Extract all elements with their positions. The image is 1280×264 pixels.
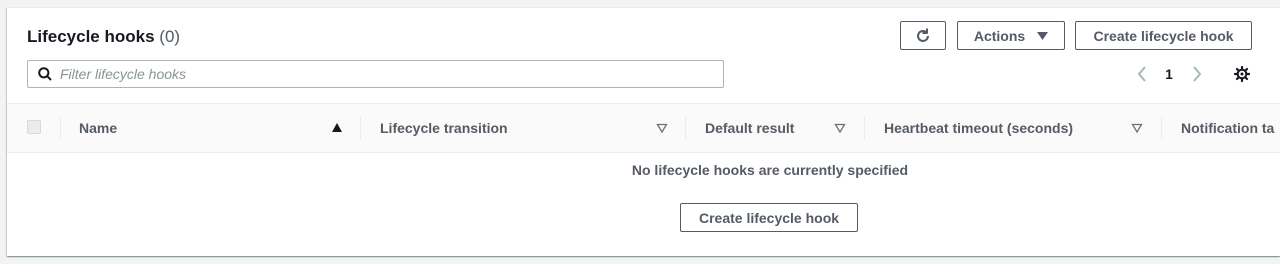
caret-down-icon [1037, 31, 1049, 40]
actions-dropdown-button[interactable]: Actions [957, 21, 1065, 50]
column-label: Name [79, 120, 118, 136]
title-text: Lifecycle hooks [27, 27, 155, 46]
next-page-button[interactable] [1187, 64, 1207, 84]
empty-state-message: No lifecycle hooks are currently specifi… [631, 162, 909, 178]
previous-page-button[interactable] [1132, 64, 1152, 84]
table-header: Name Lifecycle transition Default result… [7, 103, 1280, 153]
gear-icon [1234, 66, 1250, 82]
column-divider [360, 116, 361, 140]
column-header-name[interactable]: Name [79, 104, 117, 152]
refresh-icon [915, 28, 931, 44]
sort-icon[interactable] [834, 122, 846, 134]
filter-box[interactable] [27, 60, 724, 88]
chevron-left-icon [1137, 66, 1147, 82]
lifecycle-hooks-panel: Lifecycle hooks (0) Actions Create lifec… [7, 7, 1280, 256]
select-all-checkbox[interactable] [27, 120, 41, 134]
empty-state-create-button[interactable]: Create lifecycle hook [680, 203, 858, 232]
preferences-button[interactable] [1231, 64, 1253, 84]
column-divider [60, 116, 61, 140]
filter-input[interactable] [60, 62, 723, 86]
refresh-button[interactable] [900, 21, 946, 50]
sort-ascending-icon[interactable] [331, 122, 343, 134]
chevron-right-icon [1192, 66, 1202, 82]
column-header-lifecycle-transition[interactable]: Lifecycle transition [380, 104, 508, 152]
panel-title: Lifecycle hooks (0) [27, 26, 180, 48]
create-lifecycle-hook-button[interactable]: Create lifecycle hook [1075, 21, 1252, 50]
column-divider [1161, 116, 1162, 140]
column-label: Lifecycle transition [380, 120, 508, 136]
column-divider [864, 116, 865, 140]
sort-icon[interactable] [656, 122, 668, 134]
column-divider [685, 116, 686, 140]
column-header-notification-target[interactable]: Notification ta [1181, 104, 1274, 152]
hook-count: (0) [159, 27, 181, 46]
column-label: Heartbeat timeout (seconds) [884, 120, 1074, 136]
search-icon [38, 67, 52, 81]
column-header-heartbeat-timeout[interactable]: Heartbeat timeout (seconds) [884, 104, 1073, 152]
column-label: Default result [705, 120, 795, 136]
page-number[interactable]: 1 [1159, 64, 1179, 84]
column-label: Notification ta [1181, 120, 1275, 136]
sort-icon[interactable] [1131, 122, 1143, 134]
column-header-default-result[interactable]: Default result [705, 104, 794, 152]
actions-label: Actions [973, 27, 1026, 44]
